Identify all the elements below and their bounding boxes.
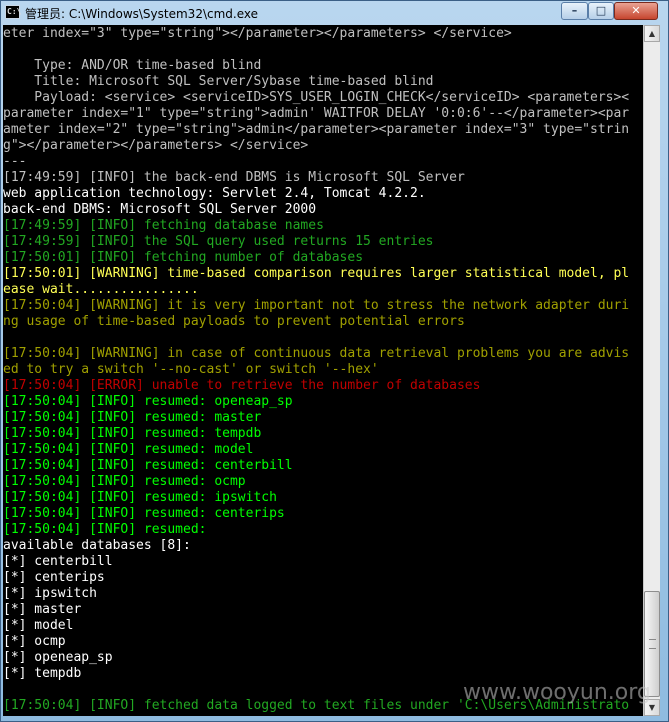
console-line: g"></parameter></parameters> </service> (3, 138, 309, 153)
console-line: web application technology: Servlet 2.4,… (3, 186, 426, 201)
console-line: Type: AND/OR time-based blind (3, 58, 262, 73)
window-title: 管理员: C:\Windows\System32\cmd.exe (25, 7, 258, 21)
console-line: [17:50:01] [WARNING] time-based comparis… (3, 266, 630, 281)
console-line: [17:50:04] [INFO] resumed: ocmp (3, 474, 246, 489)
console-line: Title: Microsoft SQL Server/Sybase time-… (3, 74, 434, 89)
console-line: [17:50:04] [INFO] resumed: centerbill (3, 458, 293, 473)
console-line: --- (3, 154, 27, 169)
console-line: [17:50:04] [INFO] resumed: model (3, 442, 254, 457)
scroll-up-arrow-icon[interactable]: ▲ (644, 25, 660, 42)
close-button[interactable]: ✕ (614, 2, 658, 20)
console-line: [*] openeap_sp (3, 650, 113, 665)
console-line: [17:50:04] [INFO] resumed: centerips (3, 506, 285, 521)
cmd-icon: C:\ (5, 5, 21, 19)
console-line: [17:50:04] [INFO] resumed: openeap_sp (3, 394, 293, 409)
watermark: www.wooyun.org (463, 680, 651, 705)
console-line: [*] ipswitch (3, 586, 97, 601)
vertical-scrollbar[interactable]: ▲ ▼ (643, 25, 660, 716)
console-line: [17:49:59] [INFO] the SQL query used ret… (3, 234, 434, 249)
console-line: available databases [8]: (3, 538, 191, 553)
console-line: [*] centerips (3, 570, 105, 585)
console-line: [*] model (3, 618, 74, 633)
console-line: [*] ocmp (3, 634, 66, 649)
console-line: [*] tempdb (3, 666, 82, 681)
maximize-button[interactable]: □ (588, 2, 614, 20)
console-line: [17:49:59] [INFO] fetching database name… (3, 218, 324, 233)
console-line: ameter index="2" type="string">admin</pa… (3, 122, 630, 137)
minimize-button[interactable]: – (561, 2, 588, 20)
console-line: parameter index="1" type="string">admin'… (3, 106, 630, 121)
console-line: [17:50:01] [INFO] fetching number of dat… (3, 250, 364, 265)
console-line: [17:50:04] [WARNING] it is very importan… (3, 298, 630, 313)
title-bar[interactable]: C:\ 管理员: C:\Windows\System32\cmd.exe – □… (1, 1, 668, 25)
console-line: [17:49:59] [INFO] the back-end DBMS is M… (3, 170, 465, 185)
console-line: [17:50:04] [ERROR] unable to retrieve th… (3, 378, 481, 393)
console-line: [17:50:04] [INFO] resumed: ipswitch (3, 490, 277, 505)
console-line: [*] master (3, 602, 82, 617)
console-line: [17:50:04] [INFO] resumed: tempdb (3, 426, 262, 441)
console-line: Payload: <service> <serviceID>SYS_USER_L… (3, 90, 630, 105)
console-line: [17:50:04] [INFO] resumed: master (3, 410, 262, 425)
console-line: ng usage of time-based payloads to preve… (3, 314, 465, 329)
console-line: [17:50:04] [INFO] resumed: (3, 522, 207, 537)
console-line: [*] centerbill (3, 554, 113, 569)
cmd-window: C:\ 管理员: C:\Windows\System32\cmd.exe – □… (0, 0, 669, 722)
console-output[interactable]: eter index="3" type="string"></parameter… (3, 25, 643, 716)
console-line: eter index="3" type="string"></parameter… (3, 26, 512, 41)
console-line: ease wait................ (3, 282, 199, 297)
grip-icon (649, 639, 656, 649)
console-line: back-end DBMS: Microsoft SQL Server 2000 (3, 202, 317, 217)
console-line: [17:50:04] [WARNING] in case of continuo… (3, 346, 630, 361)
console-line: ed to try a switch '--no-cast' or switch… (3, 362, 379, 377)
